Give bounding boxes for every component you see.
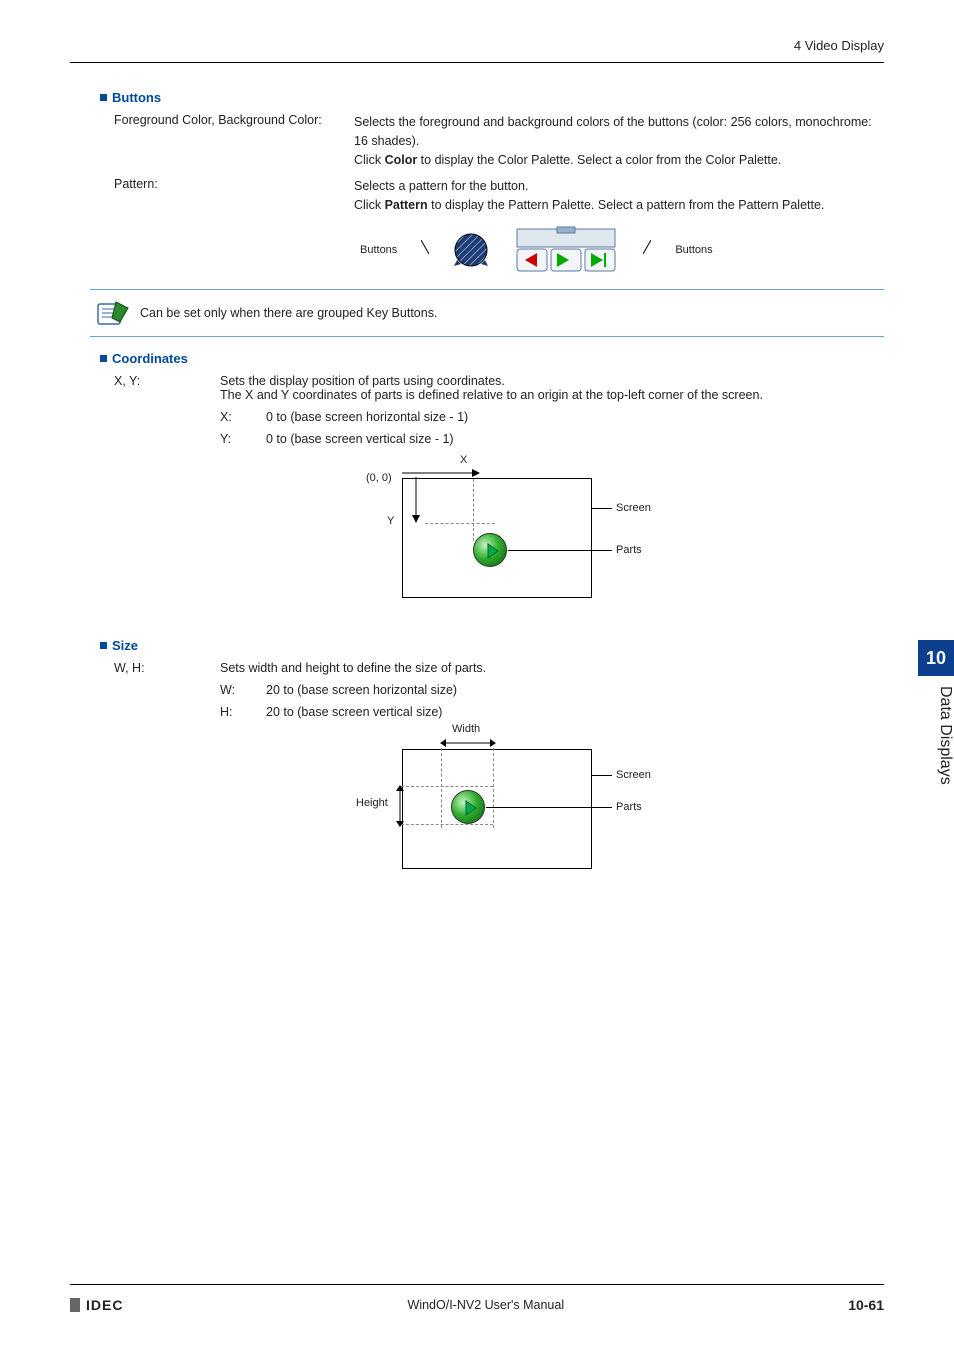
coord-y-range: 0 to (base screen vertical size - 1)	[266, 432, 454, 446]
size-diagram: Width Height Screen Parts	[362, 729, 622, 899]
section-heading-coordinates-text: Coordinates	[112, 351, 188, 366]
diag-screen-label-2: Screen	[616, 769, 651, 781]
section-heading-buttons-text: Buttons	[112, 90, 161, 105]
footer-page-number: 10-61	[848, 1297, 884, 1313]
coordinates-label: X, Y:	[114, 374, 220, 446]
brand-text: IDEC	[86, 1297, 123, 1313]
diag-x-label: X	[460, 454, 467, 466]
section-heading-buttons: Buttons	[100, 90, 884, 105]
fg-bg-desc: Selects the foreground and background co…	[354, 113, 884, 169]
pointer-line-icon	[643, 240, 651, 260]
section-heading-size: Size	[100, 638, 884, 653]
chapter-title: Data Displays	[918, 676, 954, 785]
chapter-number: 10	[918, 640, 954, 676]
width-arrow-icon	[440, 737, 496, 749]
coordinates-desc1: Sets the display position of parts using…	[220, 374, 884, 388]
round-button-icon	[453, 232, 489, 268]
buttons-figure-label-right: Buttons	[675, 244, 712, 256]
size-desc1: Sets width and height to define the size…	[220, 661, 884, 675]
section-heading-coordinates: Coordinates	[100, 351, 884, 366]
y-arrow-icon	[409, 477, 423, 523]
diag-width-label: Width	[452, 723, 480, 735]
diag-parts-label-2: Parts	[616, 801, 642, 813]
fg-bg-label: Foreground Color, Background Color:	[114, 113, 354, 169]
page-footer: IDEC WindO/I-NV2 User's Manual 10-61	[70, 1284, 884, 1316]
coord-y-label: Y:	[220, 432, 266, 446]
footer-brand: IDEC	[70, 1297, 123, 1313]
brand-mark-icon	[70, 1298, 80, 1312]
header-rule	[70, 62, 884, 63]
diag-origin-label: (0, 0)	[366, 472, 392, 484]
note-icon	[96, 298, 130, 328]
pointer-line-icon	[421, 240, 429, 260]
bullet-icon	[100, 642, 107, 649]
size-w-range: 20 to (base screen horizontal size)	[266, 683, 457, 697]
pattern-desc: Selects a pattern for the button. Click …	[354, 177, 884, 215]
buttons-figure: Buttons	[360, 225, 884, 275]
section-heading-size-text: Size	[112, 638, 138, 653]
footer-title: WindO/I-NV2 User's Manual	[408, 1298, 565, 1312]
pattern-desc-line1: Selects a pattern for the button.	[354, 177, 884, 196]
size-h-label: H:	[220, 705, 266, 719]
chapter-tab: 10 Data Displays	[918, 640, 954, 840]
fg-bg-desc-line2: Click Color to display the Color Palette…	[354, 151, 884, 170]
size-w-label: W:	[220, 683, 266, 697]
diag-parts-label: Parts	[616, 544, 642, 556]
diag-y-label: Y	[387, 515, 394, 527]
pattern-desc-line2: Click Pattern to display the Pattern Pal…	[354, 196, 884, 215]
size-label: W, H:	[114, 661, 220, 719]
note-text: Can be set only when there are grouped K…	[140, 306, 437, 320]
toolbar-buttons-figure	[513, 225, 619, 275]
fg-bg-desc-line1: Selects the foreground and background co…	[354, 113, 884, 151]
parts-circle-icon	[451, 790, 485, 824]
bullet-icon	[100, 94, 107, 101]
coord-x-label: X:	[220, 410, 266, 424]
buttons-figure-label-left: Buttons	[360, 244, 397, 256]
coordinates-diagram: X (0, 0) Y Screen Parts	[362, 460, 622, 620]
pattern-label: Pattern:	[114, 177, 354, 215]
note-block: Can be set only when there are grouped K…	[90, 289, 884, 337]
diag-screen-label: Screen	[616, 502, 651, 514]
size-h-range: 20 to (base screen vertical size)	[266, 705, 442, 719]
height-arrow-icon	[394, 785, 406, 827]
bullet-icon	[100, 355, 107, 362]
diag-height-label: Height	[356, 797, 388, 809]
coordinates-desc2: The X and Y coordinates of parts is defi…	[220, 388, 884, 402]
parts-circle-icon	[473, 533, 507, 567]
coord-x-range: 0 to (base screen horizontal size - 1)	[266, 410, 468, 424]
header-section: 4 Video Display	[794, 38, 884, 53]
